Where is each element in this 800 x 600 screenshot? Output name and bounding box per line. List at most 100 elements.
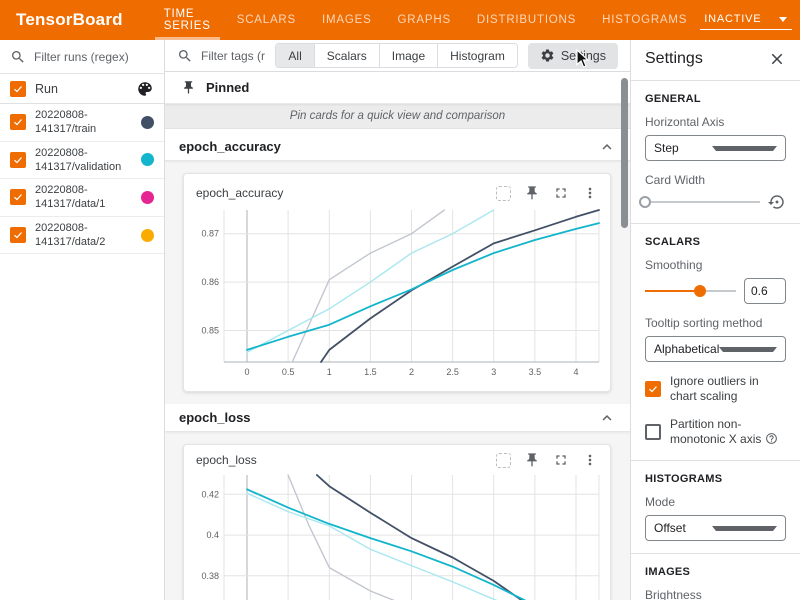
pin-icon <box>181 80 196 95</box>
pinned-title: Pinned <box>206 80 249 95</box>
smoothing-value-input[interactable] <box>744 278 786 304</box>
tab-graphs[interactable]: GRAPHS <box>385 0 464 40</box>
histogram-mode-dropdown[interactable]: Offset <box>645 515 786 541</box>
svg-text:3: 3 <box>491 367 496 377</box>
tab-distributions[interactable]: DISTRIBUTIONS <box>464 0 589 40</box>
scalar-card-epoch-loss: epoch_loss 0.360.380.40.42 <box>183 444 611 600</box>
section-title: epoch_loss <box>179 410 598 425</box>
run-color-dot <box>141 116 154 129</box>
svg-text:2.5: 2.5 <box>446 367 459 377</box>
filter-histogram-button[interactable]: Histogram <box>437 44 517 67</box>
svg-text:1.5: 1.5 <box>364 367 377 377</box>
tab-images[interactable]: IMAGES <box>309 0 385 40</box>
run-checkbox[interactable] <box>10 114 26 130</box>
more-options-icon[interactable] <box>582 452 598 468</box>
svg-text:0.85: 0.85 <box>201 326 219 336</box>
fit-domain-icon[interactable] <box>496 453 511 468</box>
svg-text:1: 1 <box>327 367 332 377</box>
tag-type-filter-group: All Scalars Image Histogram <box>275 43 517 68</box>
filter-image-button[interactable]: Image <box>379 44 437 67</box>
main-scrollbar-thumb[interactable] <box>621 78 628 228</box>
search-icon <box>177 48 193 64</box>
scalar-card-epoch-accuracy: epoch_accuracy 00.511.522.533.540.850.86… <box>183 173 611 392</box>
tooltip-sorting-dropdown[interactable]: Alphabetical <box>645 336 786 362</box>
scalars-section-heading: SCALARS <box>645 236 786 248</box>
close-icon[interactable] <box>768 50 786 68</box>
run-color-dot <box>141 229 154 242</box>
chevron-down-icon <box>712 526 778 531</box>
histograms-section-heading: HISTOGRAMS <box>645 473 786 485</box>
svg-text:4: 4 <box>573 367 578 377</box>
brightness-label: Brightness <box>645 588 786 600</box>
filter-scalars-button[interactable]: Scalars <box>314 44 379 67</box>
images-section-heading: IMAGES <box>645 566 786 578</box>
fullscreen-icon[interactable] <box>553 185 569 201</box>
card-title: epoch_loss <box>192 453 496 467</box>
pin-card-icon[interactable] <box>524 452 540 468</box>
top-bar-actions: INACTIVE <box>700 10 800 30</box>
help-icon[interactable] <box>765 432 778 445</box>
run-checkbox[interactable] <box>10 152 26 168</box>
svg-text:2: 2 <box>409 367 414 377</box>
run-row-data-2: 20220808-141317/data/2 <box>0 217 164 255</box>
runs-filter-input[interactable] <box>34 50 154 64</box>
section-header-epoch-accuracy[interactable]: epoch_accuracy <box>165 133 630 161</box>
select-all-runs-checkbox[interactable] <box>10 81 26 97</box>
horizontal-axis-label: Horizontal Axis <box>645 115 786 129</box>
main-column: All Scalars Image Histogram Settings Pin… <box>165 40 630 600</box>
fit-domain-icon[interactable] <box>496 186 511 201</box>
histogram-mode-label: Mode <box>645 495 786 509</box>
palette-icon <box>136 80 154 98</box>
horizontal-axis-dropdown[interactable]: Step <box>645 135 786 161</box>
card-width-slider[interactable] <box>645 195 760 209</box>
chevron-down-icon <box>779 17 787 22</box>
top-bar: TensorBoard TIME SERIES SCALARS IMAGES G… <box>0 0 800 40</box>
pinned-section-header: Pinned <box>165 72 630 104</box>
card-width-label: Card Width <box>645 173 786 187</box>
reload-status-dropdown[interactable]: INACTIVE <box>700 10 792 30</box>
runs-filter-row <box>0 40 164 74</box>
more-options-icon[interactable] <box>582 185 598 201</box>
runs-sidebar: Run 20220808-141317/train 20220808-14131… <box>0 40 165 600</box>
main-tabs: TIME SERIES SCALARS IMAGES GRAPHS DISTRI… <box>151 0 701 40</box>
search-icon <box>10 49 26 65</box>
general-section-heading: GENERAL <box>645 93 786 105</box>
tooltip-sorting-label: Tooltip sorting method <box>645 316 786 330</box>
chevron-down-icon <box>719 347 777 352</box>
run-checkbox[interactable] <box>10 189 26 205</box>
svg-text:3.5: 3.5 <box>529 367 542 377</box>
tab-histograms[interactable]: HISTOGRAMS <box>589 0 700 40</box>
filter-all-button[interactable]: All <box>276 44 313 67</box>
svg-text:0.4: 0.4 <box>206 530 219 540</box>
chevron-up-icon[interactable] <box>598 138 616 156</box>
tab-scalars[interactable]: SCALARS <box>224 0 309 40</box>
settings-panel-title: Settings <box>645 50 768 68</box>
section-title: epoch_accuracy <box>179 139 598 154</box>
card-title: epoch_accuracy <box>192 186 496 200</box>
gear-icon <box>540 48 555 63</box>
runs-table-header: Run <box>0 74 164 104</box>
epoch-accuracy-chart[interactable]: 00.511.522.533.540.850.860.87 <box>192 206 604 382</box>
pinned-empty-message: Pin cards for a quick view and compariso… <box>165 104 630 129</box>
reset-icon[interactable] <box>768 193 786 211</box>
ignore-outliers-checkbox[interactable] <box>645 381 661 397</box>
run-row-train: 20220808-141317/train <box>0 104 164 142</box>
pin-card-icon[interactable] <box>524 185 540 201</box>
run-row-validation: 20220808-141317/validation <box>0 142 164 180</box>
partition-x-axis-checkbox[interactable] <box>645 424 661 440</box>
smoothing-slider[interactable] <box>645 284 736 298</box>
svg-text:0.38: 0.38 <box>201 571 219 581</box>
smoothing-label: Smoothing <box>645 258 786 272</box>
settings-button[interactable]: Settings <box>528 43 618 69</box>
cards-scroll-area: Pinned Pin cards for a quick view and co… <box>165 72 630 600</box>
svg-text:0: 0 <box>244 367 249 377</box>
chevron-down-icon <box>712 146 778 151</box>
tab-time-series[interactable]: TIME SERIES <box>151 0 224 40</box>
tags-filter-input[interactable] <box>201 49 265 63</box>
run-checkbox[interactable] <box>10 227 26 243</box>
section-header-epoch-loss[interactable]: epoch_loss <box>165 404 630 432</box>
svg-text:0.86: 0.86 <box>201 277 219 287</box>
chevron-up-icon[interactable] <box>598 409 616 427</box>
epoch-loss-chart[interactable]: 0.360.380.40.42 <box>192 473 604 600</box>
fullscreen-icon[interactable] <box>553 452 569 468</box>
